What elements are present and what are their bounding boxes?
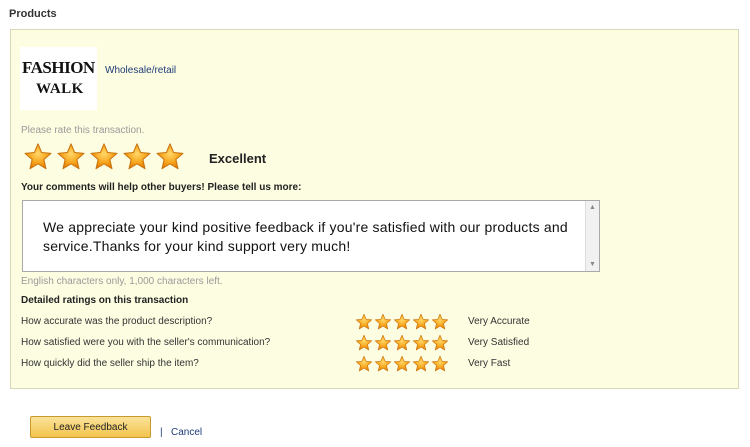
rating-label: Excellent <box>209 151 267 166</box>
leave-feedback-button[interactable]: Leave Feedback <box>30 416 151 438</box>
star-icon[interactable] <box>393 334 411 352</box>
logo-text-line1: FASHION <box>22 58 95 77</box>
section-title: Products <box>9 8 57 20</box>
comments-text: We appreciate your kind positive feedbac… <box>43 219 568 254</box>
star-icon[interactable] <box>431 355 449 373</box>
detail-question: How quickly did the seller ship the item… <box>21 358 199 369</box>
star-icon[interactable] <box>355 313 373 331</box>
feedback-panel: FASHION WALK Wholesale/retail Please rat… <box>10 29 739 389</box>
star-icon[interactable] <box>412 334 430 352</box>
detail-rating-stars[interactable] <box>355 334 449 352</box>
char-count-hint: English characters only, 1,000 character… <box>21 276 223 287</box>
star-icon[interactable] <box>122 142 152 172</box>
star-icon[interactable] <box>56 142 86 172</box>
star-icon[interactable] <box>23 142 53 172</box>
star-icon[interactable] <box>374 355 392 373</box>
detailed-ratings-title: Detailed ratings on this transaction <box>21 295 189 306</box>
scroll-down-icon[interactable]: ▼ <box>586 258 599 271</box>
scroll-up-icon[interactable]: ▲ <box>586 201 599 214</box>
detail-question: How accurate was the product description… <box>21 316 213 327</box>
store-link[interactable]: Wholesale/retail <box>105 65 176 76</box>
cancel-link[interactable]: Cancel <box>171 427 202 438</box>
comments-scrollbar[interactable]: ▲ ▼ <box>585 201 599 271</box>
star-icon[interactable] <box>431 334 449 352</box>
star-icon[interactable] <box>412 313 430 331</box>
star-icon[interactable] <box>393 355 411 373</box>
detail-value: Very Accurate <box>468 316 530 327</box>
star-icon[interactable] <box>355 355 373 373</box>
overall-rating-stars[interactable] <box>23 142 185 172</box>
comments-label: Your comments will help other buyers! Pl… <box>21 182 302 193</box>
detail-rating-stars[interactable] <box>355 355 449 373</box>
star-icon[interactable] <box>374 334 392 352</box>
star-icon[interactable] <box>374 313 392 331</box>
comments-textarea[interactable]: We appreciate your kind positive feedbac… <box>22 200 600 272</box>
star-icon[interactable] <box>431 313 449 331</box>
store-logo[interactable]: FASHION WALK <box>20 47 97 110</box>
logo-text-line2: WALK <box>36 81 84 97</box>
star-icon[interactable] <box>355 334 373 352</box>
action-separator: | <box>160 427 163 438</box>
star-icon[interactable] <box>412 355 430 373</box>
detail-value: Very Satisfied <box>468 337 530 348</box>
rate-prompt: Please rate this transaction. <box>21 125 145 136</box>
detail-value: Very Fast <box>468 358 511 369</box>
star-icon[interactable] <box>393 313 411 331</box>
detail-question: How satisfied were you with the seller's… <box>21 337 271 348</box>
star-icon[interactable] <box>155 142 185 172</box>
detail-rating-stars[interactable] <box>355 313 449 331</box>
star-icon[interactable] <box>89 142 119 172</box>
